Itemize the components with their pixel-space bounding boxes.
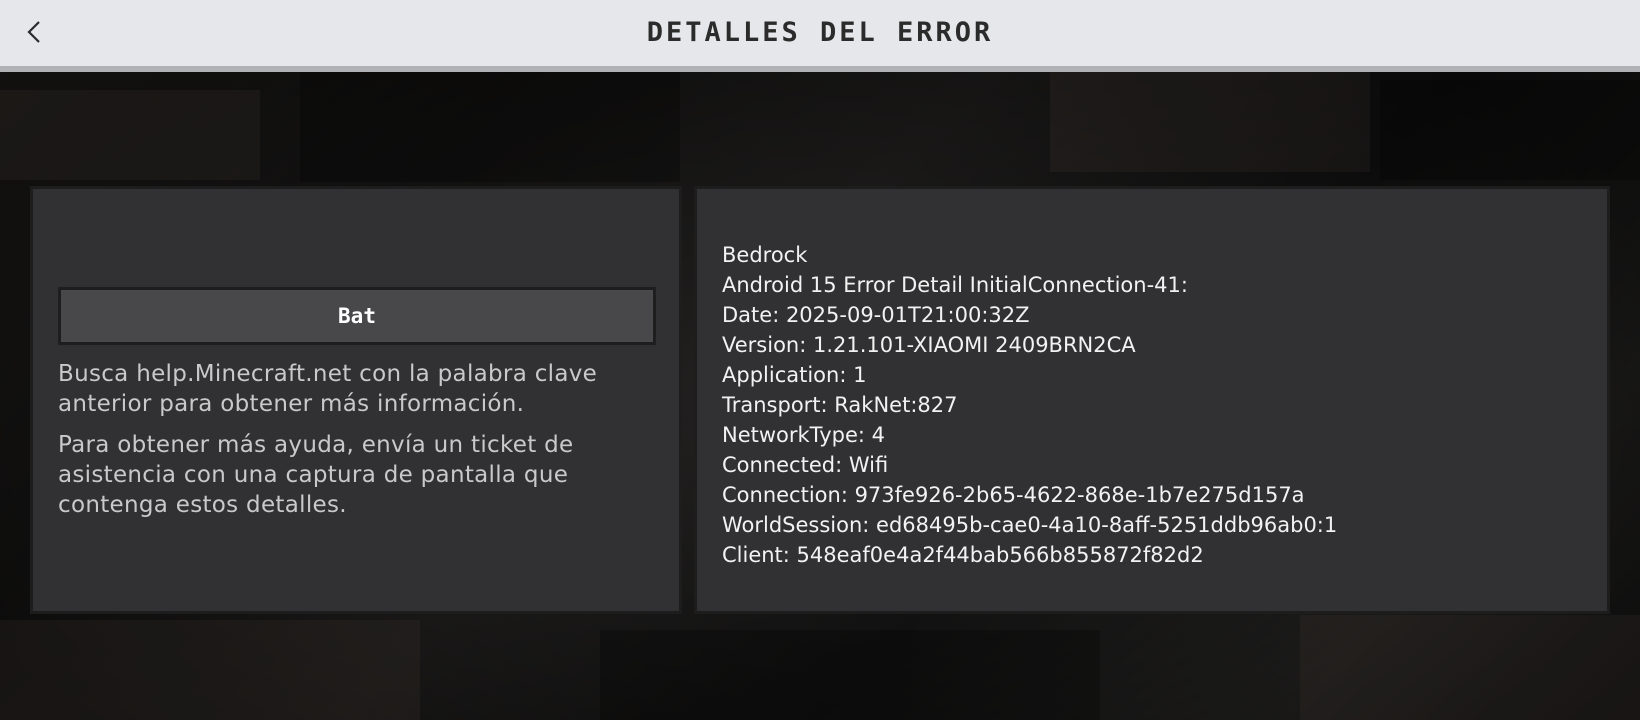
background-block (600, 630, 1100, 720)
help-panel: Bat Busca help.Minecraft.net con la pala… (30, 186, 682, 614)
detail-line: Version: 1.21.101-XIAOMI 2409BRN2CA (722, 333, 1136, 357)
detail-line: Bedrock (722, 243, 808, 267)
top-bar: DETALLES DEL ERROR (0, 0, 1640, 72)
detail-line: Android 15 Error Detail InitialConnectio… (722, 273, 1188, 297)
detail-line: Date: 2025-09-01T21:00:32Z (722, 303, 1030, 327)
detail-line: Client: 548eaf0e4a2f44bab566b855872f82d2 (722, 543, 1204, 567)
background-block (300, 72, 680, 182)
detail-line: Application: 1 (722, 363, 867, 387)
page-title: DETALLES DEL ERROR (646, 17, 994, 48)
background-block (0, 620, 420, 720)
help-search-text: Busca help.Minecraft.net con la palabra … (58, 361, 598, 417)
error-details-panel: Bedrock Android 15 Error Detail InitialC… (694, 186, 1610, 614)
detail-line: Transport: RakNet:827 (722, 393, 958, 417)
detail-line: NetworkType: 4 (722, 423, 886, 447)
error-code-button[interactable]: Bat (58, 287, 656, 345)
background-block (1380, 80, 1640, 180)
background-block (1050, 72, 1370, 172)
help-support-text: Para obtener más ayuda, envía un ticket … (58, 432, 574, 518)
background-block (1300, 615, 1640, 720)
error-details-list: Bedrock Android 15 Error Detail InitialC… (722, 240, 1337, 570)
detail-line: WorldSession: ed68495b-cae0-4a10-8aff-52… (722, 513, 1338, 537)
detail-line: Connection: 973fe926-2b65-4622-868e-1b7e… (722, 483, 1305, 507)
background-block (0, 90, 260, 180)
detail-line: Connected: Wifi (722, 453, 889, 477)
